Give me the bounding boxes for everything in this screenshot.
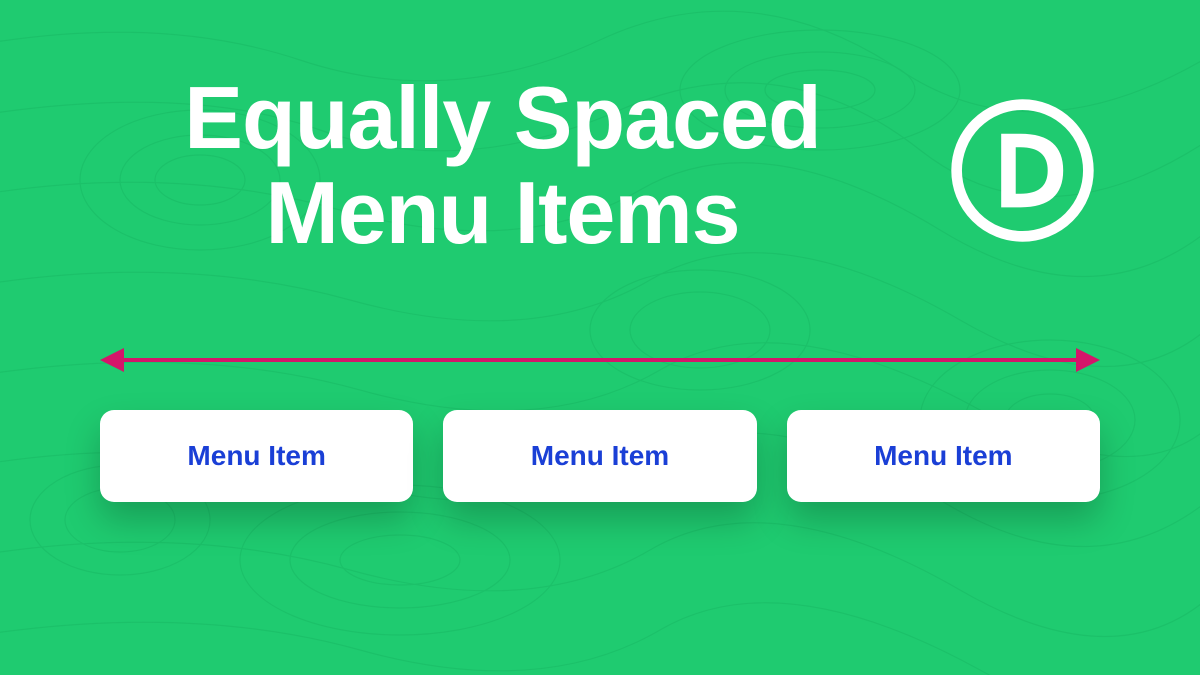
menu-item[interactable]: Menu Item [787,410,1100,502]
menu-item-label: Menu Item [531,440,669,471]
page-title: Equally Spaced Menu Items [100,70,905,260]
menu-item[interactable]: Menu Item [100,410,413,502]
header-row: Equally Spaced Menu Items [100,70,1100,260]
menu-item[interactable]: Menu Item [443,410,756,502]
menu-item-label: Menu Item [187,440,325,471]
divi-logo-icon [945,93,1100,248]
menu-item-label: Menu Item [874,440,1012,471]
title-line-2: Menu Items [265,163,739,262]
width-arrow [100,340,1100,380]
menu-row: Menu Item Menu Item Menu Item [100,410,1100,502]
title-line-1: Equally Spaced [184,68,820,167]
